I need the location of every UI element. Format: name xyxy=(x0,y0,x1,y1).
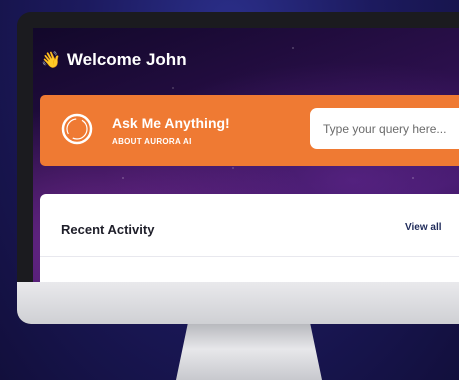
waving-hand-icon: 👋 xyxy=(41,52,61,69)
aurora-logo-icon xyxy=(61,113,93,145)
card-divider xyxy=(40,256,459,257)
welcome-header: 👋 Welcome John xyxy=(41,50,187,70)
recent-activity-title: Recent Activity xyxy=(61,222,155,237)
view-all-link[interactable]: View all xyxy=(405,222,442,233)
ask-banner: Ask Me Anything! ABOUT AURORA AI xyxy=(40,95,459,166)
app-screen: 👋 Welcome John Ask Me Anything! ABOUT AU… xyxy=(33,28,459,282)
monitor-stand xyxy=(176,324,322,380)
welcome-title: Welcome John xyxy=(66,50,187,69)
query-input[interactable] xyxy=(310,108,459,149)
monitor-chin xyxy=(17,282,459,324)
banner-title: Ask Me Anything! xyxy=(112,115,230,131)
recent-activity-card: Recent Activity View all xyxy=(40,194,459,282)
banner-subtitle: ABOUT AURORA AI xyxy=(112,137,192,146)
